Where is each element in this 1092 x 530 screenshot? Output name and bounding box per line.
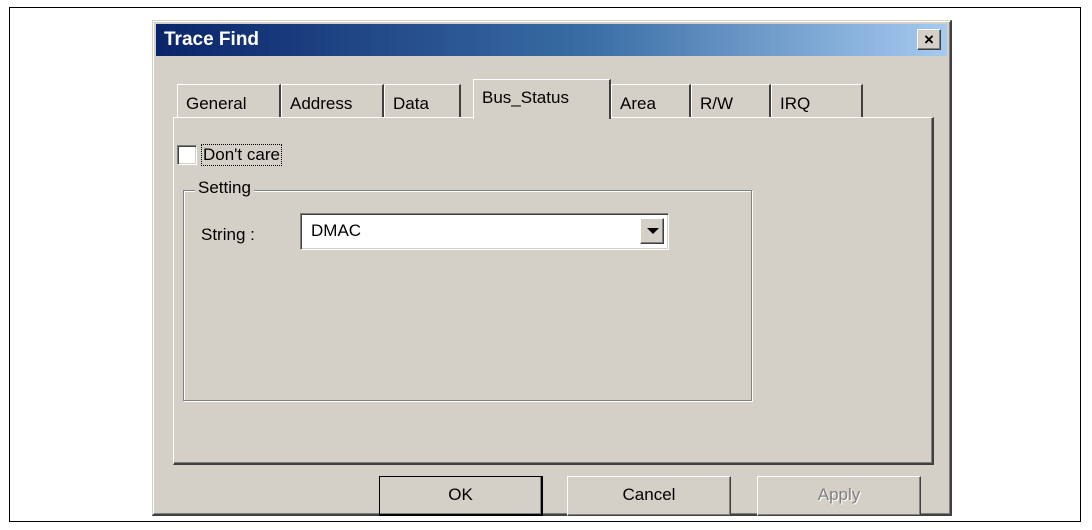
tab-general[interactable]: General	[177, 84, 281, 117]
string-label: String :	[201, 225, 255, 244]
tab-bus-status[interactable]: Bus_Status	[473, 79, 611, 119]
tab-label: Address	[290, 94, 353, 113]
tab-rw[interactable]: R/W	[691, 84, 771, 117]
tab-irq[interactable]: IRQ	[771, 84, 863, 117]
tab-label: General	[186, 94, 247, 113]
tab-data[interactable]: Data	[384, 84, 461, 117]
tab-label: Bus_Status	[482, 88, 569, 107]
tab-label: Data	[393, 94, 429, 113]
dont-care-label[interactable]: Don't care	[201, 144, 282, 166]
close-button[interactable]: ×	[917, 29, 941, 50]
dont-care-checkbox[interactable]	[177, 145, 197, 165]
close-icon: ×	[924, 30, 934, 49]
chevron-down-icon[interactable]	[640, 218, 664, 244]
ok-button[interactable]: OK	[379, 476, 543, 516]
title-bar[interactable]: Trace Find ×	[156, 24, 947, 56]
string-combobox-value: DMAC	[311, 221, 362, 240]
apply-button[interactable]: Apply	[757, 476, 921, 516]
trace-find-dialog: Trace Find × General Address Data Bus_St…	[152, 20, 952, 516]
string-combobox[interactable]: DMAC	[300, 213, 669, 250]
tab-label: IRQ	[780, 94, 811, 113]
cancel-button[interactable]: Cancel	[567, 476, 731, 516]
tab-label: Area	[620, 94, 656, 113]
tab-address[interactable]: Address	[281, 84, 384, 117]
setting-group-label: Setting	[195, 178, 254, 198]
tab-area[interactable]: Area	[611, 84, 691, 117]
window-title: Trace Find	[164, 29, 260, 50]
tab-label: R/W	[700, 94, 734, 113]
